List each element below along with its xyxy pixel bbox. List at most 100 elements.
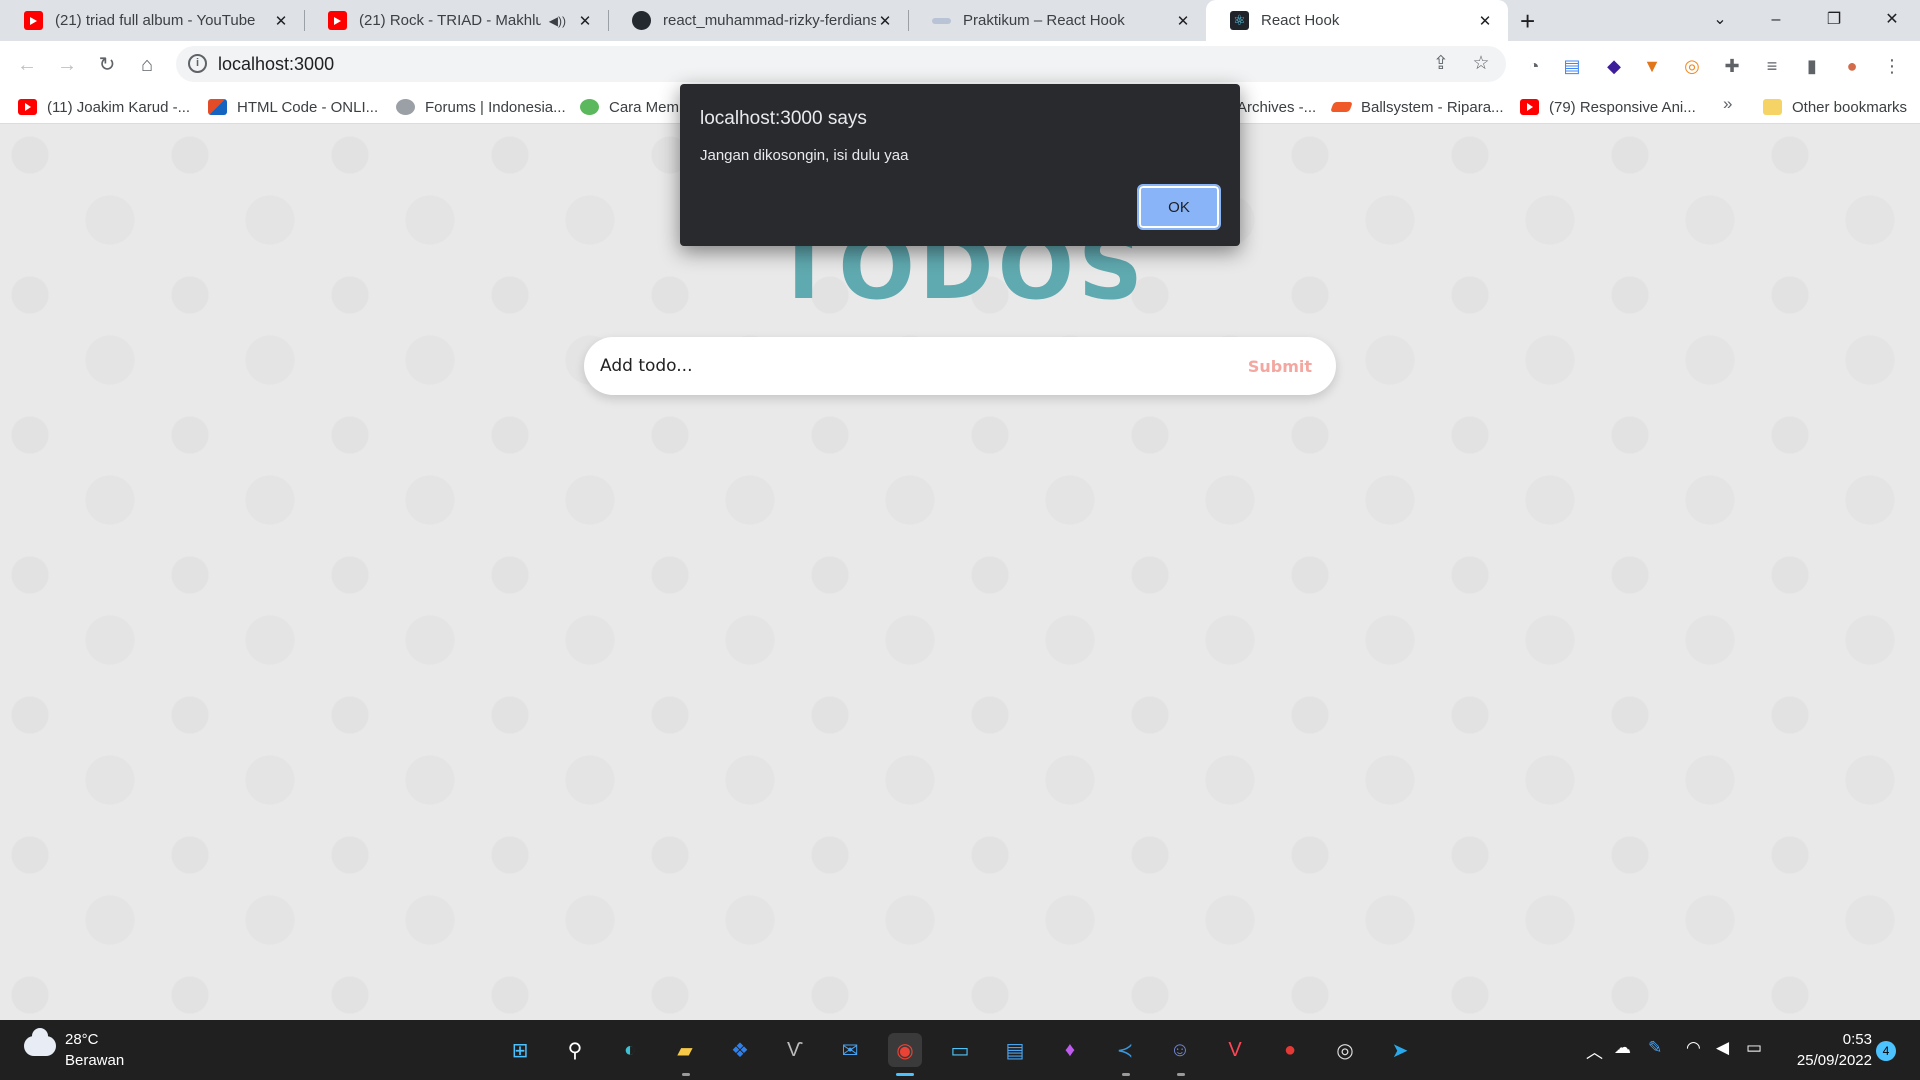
cara-mem-icon — [580, 99, 599, 115]
close-tab-icon[interactable]: ✕ — [576, 12, 594, 30]
bookmark-label: Cara Mem — [609, 98, 680, 116]
tab-praktikum[interactable]: Praktikum – React Hook ✕ — [908, 0, 1206, 41]
close-tab-icon[interactable]: ✕ — [1476, 12, 1494, 30]
telegram-icon[interactable]: ➤ — [1383, 1033, 1417, 1067]
tab-search-chevron-icon[interactable]: ⌄ — [1692, 0, 1748, 41]
dialog-title: localhost:3000 says — [700, 108, 867, 129]
weather-description[interactable]: Berawan — [65, 1052, 124, 1069]
bookmark-responsive-ani[interactable]: (79) Responsive Ani... — [1520, 96, 1696, 118]
translate-extension-icon[interactable]: ▤ — [1560, 54, 1584, 78]
vscode-icon[interactable]: ≺ — [1108, 1033, 1142, 1067]
metamask-fox-icon[interactable]: ▼ — [1640, 54, 1664, 78]
notification-badge[interactable]: 4 — [1876, 1041, 1896, 1061]
forward-arrow-icon[interactable]: → — [52, 50, 82, 80]
close-window-icon[interactable]: ✕ — [1864, 0, 1920, 41]
paint-drop-icon[interactable]: ♦ — [1053, 1033, 1087, 1067]
show-hidden-icons-chevron-icon[interactable]: ︿ — [1586, 1038, 1603, 1063]
bookmark-label: HTML Code - ONLI... — [237, 98, 379, 116]
share-icon[interactable]: ⇪ — [1429, 52, 1453, 76]
bookmark-joakim-karud[interactable]: (11) Joakim Karud -... — [18, 96, 190, 118]
todo-input[interactable] — [600, 349, 1200, 383]
tab-youtube-triad-rock[interactable]: (21) Rock - TRIAD - Makhluk ◀)) ✕ — [304, 0, 608, 41]
clock-date[interactable]: 25/09/2022 — [1788, 1052, 1872, 1069]
clock-time[interactable]: 0:53 — [1820, 1031, 1872, 1048]
address-url[interactable]: localhost:3000 — [218, 54, 334, 75]
wifi-icon[interactable]: ◠ — [1686, 1038, 1701, 1058]
tab-title: React Hook — [1261, 12, 1340, 29]
onedrive-cloud-icon[interactable]: ☁ — [1614, 1038, 1631, 1058]
chrome-icon[interactable]: ◉ — [888, 1033, 922, 1067]
site-info-icon[interactable]: i — [188, 54, 207, 73]
new-tab-plus-icon[interactable]: + — [1520, 6, 1535, 37]
side-panel-icon[interactable]: ▮ — [1800, 54, 1824, 78]
speaker-icon[interactable]: ◀)) — [549, 14, 566, 28]
address-bar[interactable]: i localhost:3000 ⇪ ☆ — [176, 46, 1506, 82]
search-icon[interactable]: ⚲ — [558, 1033, 592, 1067]
folder-icon — [1763, 99, 1782, 115]
tab-youtube-triad-album[interactable]: (21) triad full album - YouTube ✕ — [0, 0, 304, 41]
back-arrow-icon[interactable]: ← — [12, 50, 42, 80]
bookmark-ballsystem[interactable]: Ballsystem - Ripara... — [1330, 96, 1504, 118]
bookmark-archives[interactable]: Archives -... — [1237, 96, 1316, 118]
page-content: TODOS Submit — [0, 125, 1920, 1019]
mail-icon[interactable]: ✉ — [833, 1033, 867, 1067]
file-explorer-icon[interactable]: ▰ — [668, 1033, 702, 1067]
dropbox-icon[interactable]: ❖ — [723, 1033, 757, 1067]
github-icon — [632, 11, 651, 30]
submit-button[interactable]: Submit — [1248, 351, 1312, 381]
volume-icon[interactable]: ◀ — [1716, 1038, 1729, 1058]
tab-react-hook[interactable]: ⚛ React Hook ✕ — [1206, 0, 1508, 41]
tab-strip: (21) triad full album - YouTube ✕ (21) R… — [0, 0, 1920, 41]
pen-tablet-icon[interactable]: ✎ — [1648, 1038, 1662, 1058]
bookmark-cara-mem[interactable]: Cara Mem — [580, 96, 679, 118]
youtube-icon — [328, 11, 347, 30]
valorant-icon[interactable]: V — [1218, 1033, 1252, 1067]
active-app-indicator — [896, 1073, 914, 1076]
predator-sense-icon[interactable]: Ѵ — [778, 1033, 812, 1067]
obs-studio-icon[interactable]: ◎ — [1328, 1033, 1362, 1067]
discord-icon[interactable]: ☺ — [1163, 1033, 1197, 1067]
ok-button[interactable]: OK — [1137, 184, 1221, 230]
close-tab-icon[interactable]: ✕ — [876, 12, 894, 30]
remote-desktop-icon[interactable]: ▭ — [943, 1033, 977, 1067]
dialog-message: Jangan dikosongin, isi dulu yaa — [700, 147, 909, 164]
running-indicator — [682, 1073, 690, 1076]
profile-avatar-icon[interactable]: ● — [1840, 54, 1864, 78]
globe-icon — [396, 99, 415, 115]
bookmark-html-code[interactable]: HTML Code - ONLI... — [208, 96, 378, 118]
youtube-icon — [1520, 99, 1539, 115]
notepad-icon[interactable]: ▤ — [998, 1033, 1032, 1067]
windows-start-icon[interactable]: ⊞ — [503, 1033, 537, 1067]
honey-extension-icon[interactable]: ◎ — [1680, 54, 1704, 78]
other-bookmarks-folder[interactable]: Other bookmarks — [1763, 96, 1907, 118]
battery-icon[interactable]: ▭ — [1746, 1038, 1762, 1058]
youtube-icon — [24, 11, 43, 30]
bookmark-forums-indonesia[interactable]: Forums | Indonesia... — [396, 96, 566, 118]
extensions-puzzle-icon[interactable]: ✚ — [1720, 54, 1744, 78]
reload-icon[interactable]: ↻ — [92, 50, 122, 80]
weather-temperature[interactable]: 28°C — [65, 1031, 99, 1048]
performance-extension-icon[interactable]: ◔ — [1522, 54, 1546, 78]
reading-list-icon[interactable]: ≡ — [1760, 54, 1784, 78]
tab-title: (21) triad full album - YouTube — [55, 12, 256, 29]
cloud-weather-icon[interactable] — [24, 1028, 56, 1056]
close-tab-icon[interactable]: ✕ — [272, 12, 290, 30]
tab-github[interactable]: react_muhammad-rizky-ferdiansy ✕ — [608, 0, 908, 41]
running-indicator — [1177, 1073, 1185, 1076]
home-icon[interactable]: ⌂ — [132, 50, 162, 80]
bookmarks-overflow-chevron-icon[interactable]: » — [1723, 94, 1732, 114]
taskbar: 28°C Berawan ⊞ ⚲ ◐ ▰ ❖ Ѵ ✉ ◉ ▭ ▤ ♦ ≺ ☺ V… — [0, 1020, 1920, 1080]
praktikum-icon — [932, 17, 951, 24]
alert-dialog: localhost:3000 says Jangan dikosongin, i… — [680, 84, 1240, 246]
close-tab-icon[interactable]: ✕ — [1174, 12, 1192, 30]
more-menu-icon[interactable]: ⋮ — [1880, 54, 1904, 78]
restore-icon[interactable]: ❐ — [1806, 0, 1862, 41]
minimize-icon[interactable]: – — [1748, 0, 1804, 41]
todo-form: Submit — [584, 337, 1336, 395]
bookmark-star-icon[interactable]: ☆ — [1469, 52, 1493, 76]
extension-badge-icon[interactable]: ◆ — [1602, 54, 1626, 78]
mi-store-icon[interactable]: ● — [1273, 1033, 1307, 1067]
tab-title: (21) Rock - TRIAD - Makhluk — [359, 12, 541, 29]
browser-toolbar: ← → ↻ ⌂ i localhost:3000 ⇪ ☆ ◔ ▤ ◆ ▼ ◎ ✚… — [0, 41, 1920, 88]
edge-browser-icon[interactable]: ◐ — [613, 1033, 647, 1067]
